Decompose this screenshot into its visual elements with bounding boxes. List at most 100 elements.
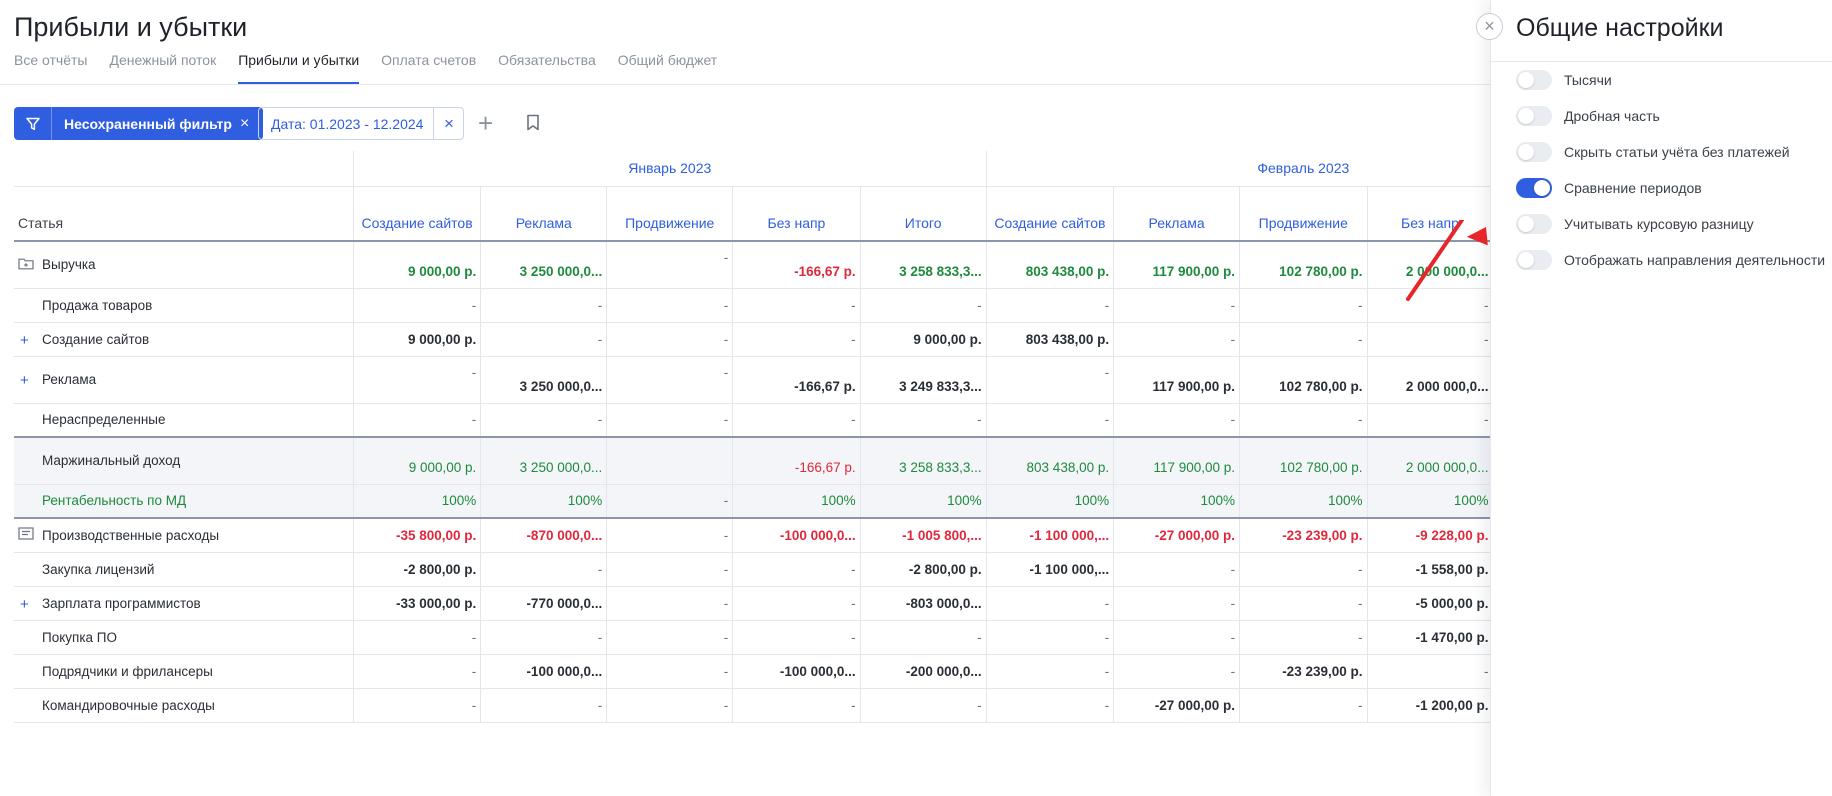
table-cell[interactable]: -2 800,00 р. xyxy=(352,552,481,587)
table-cell[interactable]: -100 000,0... xyxy=(732,654,861,689)
table-cell[interactable] xyxy=(606,436,733,485)
table-cell[interactable]: - xyxy=(352,620,481,655)
table-cell[interactable]: 117 900,00 р. xyxy=(1113,241,1240,289)
table-cell[interactable]: - xyxy=(480,322,607,357)
filter-button[interactable]: Несохраненный фильтр × xyxy=(14,107,264,140)
table-cell[interactable]: -9 228,00 р. xyxy=(1366,517,1490,553)
date-clear-icon[interactable]: × xyxy=(433,108,463,139)
table-cell[interactable]: - xyxy=(1113,654,1240,689)
table-cell[interactable]: 100% xyxy=(1113,484,1240,519)
table-row[interactable]: Закупка лицензий -2 800,00 р. - - - -2 800,00… xyxy=(14,552,1490,587)
table-cell[interactable]: -1 200,00 р. xyxy=(1366,688,1490,723)
table-cell[interactable]: - xyxy=(1113,403,1240,438)
tab-profit-loss[interactable]: Прибыли и убытки xyxy=(238,52,360,84)
table-cell[interactable]: - xyxy=(985,586,1114,621)
table-cell[interactable]: - xyxy=(859,403,987,438)
toggle-switch[interactable] xyxy=(1516,142,1552,162)
table-row[interactable]: Выручка 9 000,00 р. 3 250 000,0... - -166,67… xyxy=(14,241,1490,289)
table-cell[interactable]: -1 100 000,... xyxy=(985,552,1114,587)
table-cell[interactable]: - xyxy=(606,517,733,553)
tab-liabilities[interactable]: Обязательства xyxy=(498,52,596,84)
table-cell[interactable]: - xyxy=(1113,552,1240,587)
table-cell[interactable]: 3 250 000,0... xyxy=(480,436,607,485)
table-cell[interactable]: -23 239,00 р. xyxy=(1239,517,1367,553)
table-cell[interactable]: -166,67 р. xyxy=(732,241,861,289)
bookmark-icon[interactable] xyxy=(526,114,540,136)
table-cell[interactable]: 3 249 833,3... xyxy=(859,356,987,404)
table-cell[interactable]: - xyxy=(985,620,1114,655)
subcolumn-header[interactable]: Продвижение xyxy=(606,186,733,242)
table-cell[interactable]: -1 470,00 р. xyxy=(1366,620,1490,655)
table-cell[interactable]: - xyxy=(480,403,607,438)
table-row[interactable]: Маржинальный доход 9 000,00 р. 3 250 000,0… xyxy=(14,436,1490,485)
table-cell[interactable]: - xyxy=(480,552,607,587)
table-cell[interactable]: - xyxy=(606,288,733,323)
table-cell[interactable]: - xyxy=(1239,552,1367,587)
table-row[interactable]: Командировочные расходы - - - - - - -27 000,00 … xyxy=(14,688,1490,723)
table-row[interactable]: + Зарплата программистов -33 000,00 р. -770… xyxy=(14,586,1490,621)
table-cell[interactable]: 3 250 000,0... xyxy=(480,241,607,289)
table-cell[interactable]: - xyxy=(606,654,733,689)
subcolumn-header[interactable]: Создание сайтов xyxy=(985,186,1114,242)
setting-row[interactable]: Тысячи xyxy=(1516,70,1612,90)
setting-row[interactable]: Учитывать курсовую разницу xyxy=(1516,214,1754,234)
table-cell[interactable]: - xyxy=(732,688,861,723)
table-cell[interactable]: - xyxy=(985,654,1114,689)
table-row[interactable]: Подрядчики и фрилансеры - -100 000,0... - -1… xyxy=(14,654,1490,689)
tab-cash-flow[interactable]: Денежный поток xyxy=(109,52,216,84)
table-cell[interactable]: 2 000 000,0... xyxy=(1366,356,1490,404)
table-cell[interactable]: 117 900,00 р. xyxy=(1113,436,1240,485)
table-cell[interactable]: - xyxy=(1239,586,1367,621)
add-filter-button[interactable]: + xyxy=(478,110,493,136)
table-cell[interactable]: - xyxy=(606,688,733,723)
table-cell[interactable]: 9 000,00 р. xyxy=(352,241,481,289)
table-cell[interactable]: - xyxy=(352,403,481,438)
table-cell[interactable]: - xyxy=(606,322,733,357)
table-cell[interactable]: 102 780,00 р. xyxy=(1239,356,1367,404)
table-cell[interactable]: - xyxy=(606,620,733,655)
table-cell[interactable]: 100% xyxy=(480,484,607,519)
table-cell[interactable]: - xyxy=(480,288,607,323)
table-cell[interactable]: - xyxy=(859,288,987,323)
subcolumn-header[interactable]: Без напр xyxy=(732,186,861,242)
table-cell[interactable]: - xyxy=(1366,322,1490,357)
table-cell[interactable]: - xyxy=(1239,403,1367,438)
toggle-switch[interactable] xyxy=(1516,250,1552,270)
table-cell[interactable]: 3 250 000,0... xyxy=(480,356,607,404)
table-cell[interactable]: - xyxy=(606,403,733,438)
table-cell[interactable]: -803 000,0... xyxy=(859,586,987,621)
table-cell[interactable]: - xyxy=(1113,288,1240,323)
date-range-chip[interactable]: Дата: 01.2023 - 12.2024 × xyxy=(258,107,465,140)
table-cell[interactable]: - xyxy=(732,586,861,621)
table-cell[interactable]: 9 000,00 р. xyxy=(352,436,481,485)
expand-row-icon[interactable]: + xyxy=(20,596,29,613)
table-cell[interactable]: - xyxy=(1366,403,1490,438)
table-cell[interactable]: - xyxy=(606,356,733,404)
table-cell[interactable]: - xyxy=(1239,322,1367,357)
table-cell[interactable]: - xyxy=(606,552,733,587)
table-row[interactable]: Покупка ПО---------1 470,00 р.-1 470,00 … xyxy=(14,620,1490,655)
table-cell[interactable]: - xyxy=(859,620,987,655)
table-cell[interactable]: 102 780,00 р. xyxy=(1239,241,1367,289)
table-cell[interactable]: -2 800,00 р. xyxy=(859,552,987,587)
table-cell[interactable]: - xyxy=(1239,288,1367,323)
table-cell[interactable]: -27 000,00 р. xyxy=(1113,517,1240,553)
table-cell[interactable]: -1 558,00 р. xyxy=(1366,552,1490,587)
table-cell[interactable]: - xyxy=(1366,654,1490,689)
expand-row-icon[interactable]: + xyxy=(20,372,29,389)
toggle-switch[interactable] xyxy=(1516,70,1552,90)
close-panel-button[interactable]: × xyxy=(1476,13,1503,40)
tab-general-budget[interactable]: Общий бюджет xyxy=(618,52,717,84)
table-cell[interactable]: - xyxy=(352,288,481,323)
table-cell[interactable]: 100% xyxy=(1239,484,1367,519)
tab-invoice-payment[interactable]: Оплата счетов xyxy=(381,52,476,84)
table-cell[interactable]: -770 000,0... xyxy=(480,586,607,621)
report-table-container[interactable]: Январь 2023 Февраль 2023 Статья Создание с… xyxy=(14,151,1490,796)
table-cell[interactable]: - xyxy=(1113,620,1240,655)
table-cell[interactable]: - xyxy=(480,620,607,655)
expand-row-icon[interactable]: + xyxy=(20,332,29,349)
setting-row[interactable]: Скрыть статьи учёта без платежей xyxy=(1516,142,1790,162)
table-cell[interactable]: 2 000 000,0... xyxy=(1366,436,1490,485)
table-cell[interactable]: -1 100 000,... xyxy=(985,517,1114,553)
table-cell[interactable]: - xyxy=(859,688,987,723)
